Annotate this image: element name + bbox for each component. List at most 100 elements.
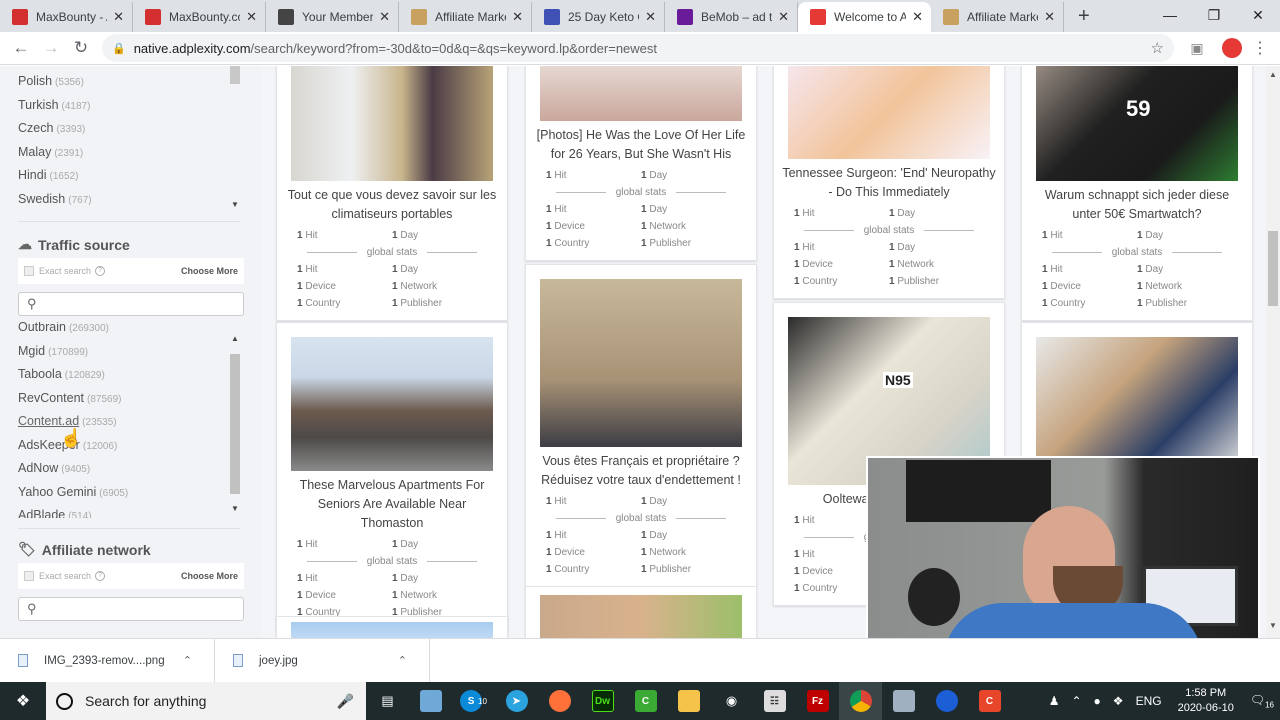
ad-card-partial[interactable] [276, 616, 508, 638]
ad-image[interactable] [291, 337, 493, 471]
exact-search-checkbox[interactable] [24, 266, 34, 276]
filezilla-app-icon[interactable]: Fz [796, 682, 839, 720]
filter-list-item[interactable]: Turkish (4187) [18, 94, 243, 118]
ad-card[interactable]: Tennessee Surgeon: 'End' Neuropathy - Do… [773, 66, 1005, 299]
close-tab-icon[interactable]: ✕ [379, 9, 390, 25]
notepad-app-icon[interactable] [409, 682, 452, 720]
affiliate-network-search-input[interactable]: ⚲ [18, 597, 244, 621]
profile-avatar[interactable] [1222, 38, 1242, 58]
ad-card[interactable]: 1 Hit1 Day global stats 1 Hit1 Day 1 Dev… [1021, 322, 1253, 468]
choose-more-link[interactable]: Choose More [181, 571, 238, 581]
scroll-down-arrow-icon[interactable]: ▼ [229, 504, 241, 513]
close-tab-icon[interactable]: ✕ [246, 9, 257, 25]
help-icon[interactable]: ? [95, 266, 106, 276]
ad-card[interactable]: Tout ce que vous devez savoir sur les cl… [276, 66, 508, 321]
tray-expand-icon[interactable]: ⌃ [1071, 694, 1081, 708]
ad-title[interactable]: [Photos] He Was the Love Of Her Life for… [526, 121, 756, 167]
browser-tab[interactable]: MaxBounty.co ✕ [133, 2, 266, 32]
ad-card[interactable]: These Marvelous Apartments For Seniors A… [276, 322, 508, 630]
dreamweaver-app-icon[interactable]: Dw [581, 682, 624, 720]
browser-menu-icon[interactable]: ⋮ [1252, 38, 1268, 58]
ad-card-partial[interactable] [525, 586, 757, 638]
people-icon[interactable]: ♟ [1049, 694, 1060, 708]
filter-list-item[interactable]: Content.ad (23535) [18, 410, 243, 434]
browser-tab[interactable]: BeMob – ad tr ✕ [665, 2, 798, 32]
ad-card[interactable]: Vous êtes Français et propriétaire ? Réd… [525, 264, 757, 587]
ad-title[interactable]: Tout ce que vous devez savoir sur les cl… [277, 181, 507, 227]
filter-list-item[interactable]: RevContent (87569) [18, 387, 243, 411]
browser-tab[interactable]: Your Member ✕ [266, 2, 399, 32]
webcam-app-icon[interactable]: ◉ [710, 682, 753, 720]
close-tab-icon[interactable]: ✕ [1044, 9, 1055, 25]
ad-image[interactable] [540, 279, 742, 447]
ad-image[interactable] [1036, 337, 1238, 467]
close-tab-icon[interactable]: ✕ [645, 9, 656, 25]
choose-more-link[interactable]: Choose More [181, 266, 238, 276]
filter-list-item[interactable]: Outbrain (269300) [18, 322, 243, 340]
close-tab-icon[interactable]: ✕ [778, 9, 789, 25]
microphone-icon[interactable]: 🎤 [337, 693, 354, 710]
filter-list-item[interactable]: Yahoo Gemini (6905) [18, 481, 243, 505]
ad-title[interactable]: These Marvelous Apartments For Seniors A… [277, 471, 507, 536]
teamviewer-app-icon[interactable] [925, 682, 968, 720]
ad-title[interactable]: Tennessee Surgeon: 'End' Neuropathy - Do… [774, 159, 1004, 205]
network-status-icon[interactable]: ● [1094, 694, 1101, 708]
taskbar-search-box[interactable]: Search for anything 🎤 [46, 682, 366, 720]
traffic-source-scrollbar[interactable]: ▲ ▼ [229, 332, 241, 518]
address-bar[interactable]: 🔒 native.adplexity.com /search/keyword?f… [102, 34, 1174, 62]
chevron-up-icon[interactable]: ⌃ [183, 654, 192, 667]
help-icon[interactable]: ? [95, 571, 106, 581]
download-item[interactable]: joey.jpg ⌃ [215, 638, 430, 683]
language-list-scrollbar[interactable]: ▼ [229, 66, 241, 216]
calculator-app-icon[interactable]: ☷ [753, 682, 796, 720]
reload-button[interactable]: ↻ [66, 38, 96, 58]
page-scrollbar[interactable]: ▲ ▼ [1266, 66, 1280, 638]
forward-button[interactable]: → [36, 38, 66, 58]
browser-tab[interactable]: MaxBounty - A ✕ [0, 2, 133, 32]
ad-title[interactable]: Vous êtes Français et propriétaire ? Réd… [526, 447, 756, 493]
filter-list-item[interactable]: Malay (2391) [18, 141, 243, 165]
filter-list-item[interactable]: AdBlade (514) [18, 504, 243, 518]
firefox-app-icon[interactable] [538, 682, 581, 720]
windows-start-button[interactable]: ❖ [0, 682, 46, 720]
close-tab-icon[interactable]: ✕ [113, 9, 124, 25]
ad-image[interactable] [788, 66, 990, 159]
filter-list-item[interactable]: Polish (5356) [18, 70, 243, 94]
browser-tab[interactable]: Affiliate Marke ✕ [399, 2, 532, 32]
ad-image[interactable] [291, 66, 493, 181]
file-explorer-app-icon[interactable] [667, 682, 710, 720]
taskbar-clock[interactable]: 1:58 PM 2020-06-10 [1178, 686, 1234, 716]
scroll-up-arrow-icon[interactable]: ▲ [1269, 70, 1277, 79]
ad-image[interactable]: 59 [1036, 66, 1238, 181]
close-window-button[interactable]: ✕ [1236, 0, 1280, 30]
task-view-icon[interactable]: ▤ [366, 682, 409, 720]
browser-tab[interactable]: Affiliate Marke ✕ [931, 2, 1064, 32]
extension-icon[interactable]: ▣ [1182, 40, 1212, 57]
telegram-app-icon[interactable]: ➤ [495, 682, 538, 720]
close-tab-icon[interactable]: ✕ [512, 9, 523, 25]
new-tab-button[interactable]: + [1064, 2, 1104, 32]
ad-card[interactable]: 59 Warum schnappt sich jeder diese unter… [1021, 66, 1253, 321]
filter-list-item[interactable]: Mgid (170899) [18, 340, 243, 364]
maximize-button[interactable]: ❐ [1192, 0, 1236, 30]
scroll-down-arrow-icon[interactable]: ▼ [229, 200, 241, 209]
camtasia-green-app-icon[interactable]: C [624, 682, 667, 720]
scroll-up-arrow-icon[interactable]: ▲ [229, 334, 241, 343]
filter-list-item[interactable]: Taboola (120829) [18, 363, 243, 387]
back-button[interactable]: ← [6, 38, 36, 58]
browser-tab[interactable]: 25 Day Keto C ✕ [532, 2, 665, 32]
filter-list-item[interactable]: Czech (3393) [18, 117, 243, 141]
minimize-button[interactable]: — [1148, 0, 1192, 30]
filter-list-item[interactable]: AdNow (9405) [18, 457, 243, 481]
ad-title[interactable]: Warum schnappt sich jeder diese unter 50… [1022, 181, 1252, 227]
chrome-app-icon[interactable] [839, 682, 882, 720]
traffic-source-search-input[interactable]: ⚲ [18, 292, 244, 316]
dropbox-icon[interactable]: ❖ [1113, 694, 1124, 708]
ad-image[interactable] [540, 66, 742, 121]
close-tab-icon[interactable]: ✕ [912, 9, 923, 25]
remote-desktop-app-icon[interactable] [882, 682, 925, 720]
download-item[interactable]: IMG_2393-remov....png ⌃ [0, 638, 215, 683]
scroll-down-arrow-icon[interactable]: ▼ [1269, 621, 1277, 630]
exact-search-checkbox[interactable] [24, 571, 34, 581]
language-indicator[interactable]: ENG [1136, 694, 1162, 708]
